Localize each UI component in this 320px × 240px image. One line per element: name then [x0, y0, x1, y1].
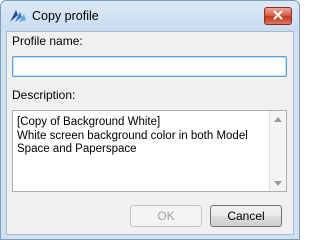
ok-button[interactable]: OK [130, 205, 202, 227]
title-bar[interactable]: Copy profile [1, 1, 299, 32]
profile-name-input[interactable] [12, 56, 287, 77]
description-textarea[interactable]: [Copy of Background White] White screen … [12, 110, 287, 192]
bricscad-logo-icon [9, 8, 27, 24]
close-icon [273, 9, 283, 23]
scroll-up-icon[interactable] [270, 111, 286, 127]
scroll-down-icon[interactable] [270, 175, 286, 191]
description-label: Description: [12, 88, 76, 102]
profile-name-label: Profile name: [12, 34, 83, 48]
close-button[interactable] [264, 7, 292, 25]
cancel-button[interactable]: Cancel [210, 205, 282, 227]
window-title: Copy profile [32, 9, 99, 23]
description-scrollbar[interactable] [269, 111, 286, 191]
description-text: [Copy of Background White] White screen … [17, 116, 248, 155]
